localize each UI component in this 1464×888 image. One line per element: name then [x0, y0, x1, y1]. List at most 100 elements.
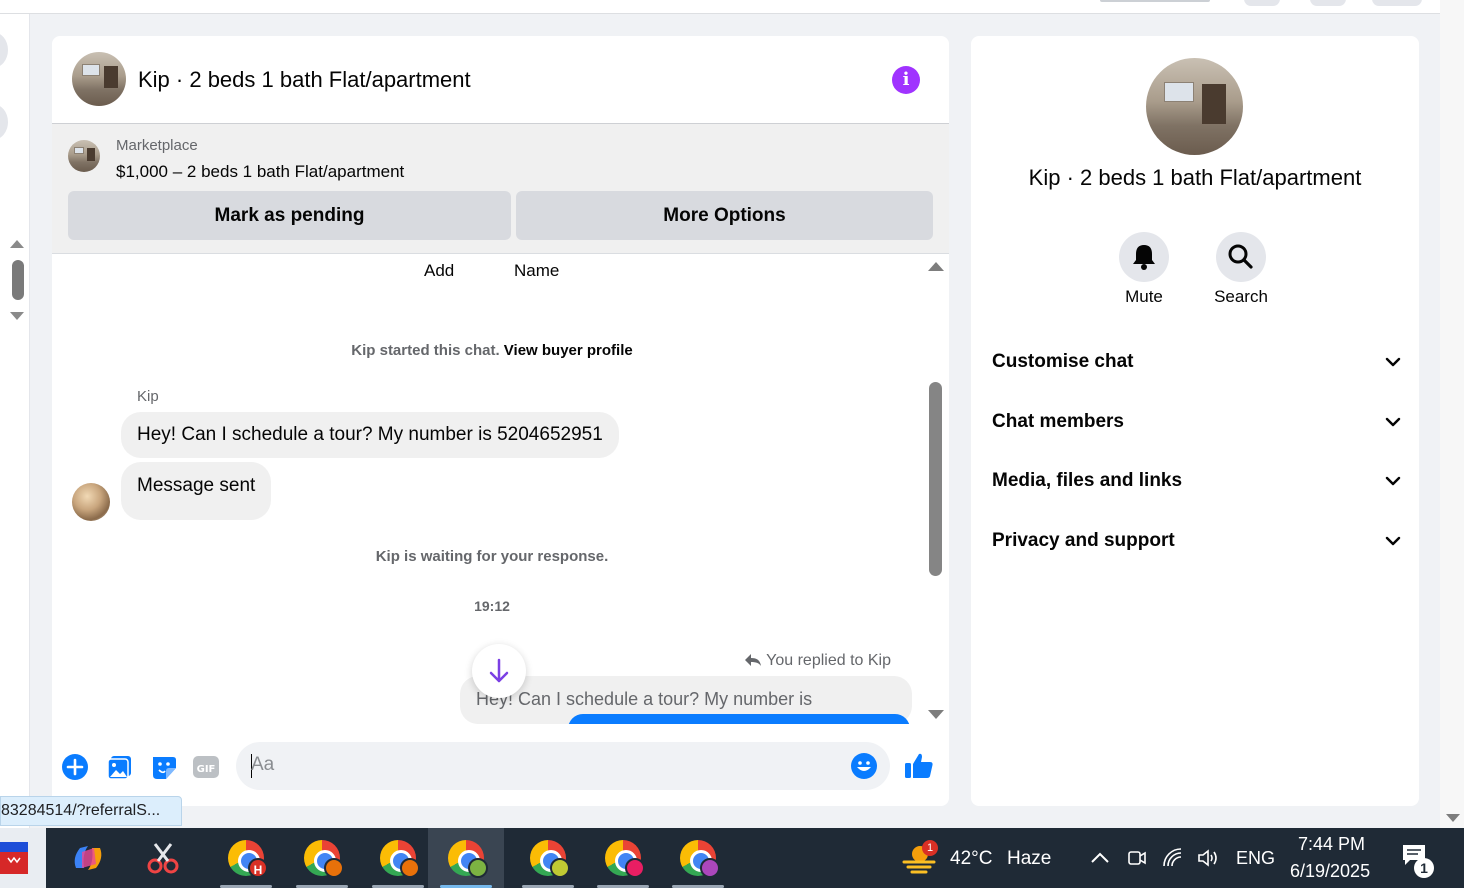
- volume-icon[interactable]: [1196, 846, 1220, 870]
- composer: GIF Aa: [52, 736, 949, 806]
- message-bubble[interactable]: Hey! Can I schedule a tour? My number is…: [121, 412, 619, 458]
- top-button[interactable]: [1244, 0, 1280, 6]
- details-title: Kip · 2 beds 1 bath Flat/apartment: [1028, 165, 1362, 190]
- notification-center[interactable]: 1: [1400, 842, 1440, 878]
- weather-widget[interactable]: 1: [900, 840, 940, 876]
- chrome-icon: [304, 840, 344, 878]
- waiting-note: Kip is waiting for your response.: [375, 548, 609, 565]
- my-message-bubble[interactable]: [568, 714, 910, 724]
- rail-button[interactable]: [0, 32, 8, 68]
- bell-icon: [1133, 245, 1155, 270]
- snipping-tool-icon[interactable]: [143, 838, 183, 878]
- section-privacy-support[interactable]: Privacy and support: [992, 522, 1402, 562]
- section-media-files-links[interactable]: Media, files and links: [992, 462, 1402, 502]
- chrome-icon: [380, 840, 420, 878]
- page-scrollbar[interactable]: [1440, 0, 1464, 828]
- emoji-icon[interactable]: [850, 752, 878, 780]
- section-label: Customise chat: [992, 351, 1134, 372]
- chrome-icon: [530, 840, 570, 878]
- clock-time[interactable]: 7:44 PM: [1298, 834, 1365, 855]
- section-label: Media, files and links: [992, 470, 1183, 491]
- search-label: Search: [1214, 287, 1268, 306]
- top-bar-indicator: [1100, 0, 1210, 2]
- sticker-icon[interactable]: [149, 752, 179, 782]
- info-icon[interactable]: i: [892, 66, 920, 94]
- gif-icon[interactable]: GIF: [191, 752, 221, 782]
- weather-desc[interactable]: Haze: [1007, 848, 1051, 870]
- rail-scroll-down-arrow[interactable]: [10, 312, 24, 320]
- weather-temp[interactable]: 42°C: [950, 848, 992, 870]
- marketplace-panel: Marketplace $1,000 – 2 beds 1 bath Flat/…: [52, 124, 949, 254]
- timestamp: 19:12: [474, 598, 510, 614]
- wifi-icon[interactable]: [1161, 846, 1185, 870]
- message-placeholder: Aa: [251, 754, 275, 775]
- sender-avatar[interactable]: [72, 483, 110, 521]
- section-label: Chat members: [992, 411, 1124, 432]
- svg-text:GIF: GIF: [197, 764, 216, 775]
- listing-avatar[interactable]: [72, 52, 126, 106]
- meet-icon[interactable]: [1125, 846, 1149, 870]
- scroll-to-bottom-button[interactable]: [472, 644, 526, 698]
- message-thread: Add Name Kip started this chat. View buy…: [52, 254, 949, 724]
- search-button[interactable]: [1216, 232, 1266, 282]
- clock-date[interactable]: 6/19/2025: [1290, 861, 1370, 882]
- taskbar: H 1 42°C Haze ENG 7:44 PM 6/19/2025 1: [0, 828, 1464, 888]
- language-indicator[interactable]: ENG: [1236, 848, 1275, 869]
- taskbar-chrome-app[interactable]: [360, 828, 436, 888]
- add-label[interactable]: Add: [424, 261, 454, 281]
- thread-scroll-thumb[interactable]: [929, 382, 942, 576]
- chevron-up-icon[interactable]: [1088, 846, 1112, 870]
- listing-large-avatar[interactable]: [1146, 58, 1243, 155]
- thread-scroll-up-arrow[interactable]: [928, 262, 944, 271]
- message-bubble[interactable]: Message sent: [121, 462, 272, 520]
- rail-scroll-thumb[interactable]: [12, 260, 24, 300]
- copilot-icon[interactable]: [68, 838, 108, 878]
- taskbar-chrome-app[interactable]: H: [208, 828, 284, 888]
- flag-icon: [0, 842, 28, 874]
- message-input[interactable]: Aa: [236, 742, 890, 790]
- chat-started-note: Kip started this chat. View buyer profil…: [52, 342, 932, 359]
- start-button[interactable]: [0, 828, 46, 888]
- arrow-down-icon: [489, 658, 509, 683]
- taskbar-chrome-app[interactable]: [585, 828, 661, 888]
- chrome-icon: [605, 840, 645, 878]
- mark-as-pending-button[interactable]: Mark as pending: [68, 191, 511, 240]
- taskbar-chrome-app[interactable]: [510, 828, 586, 888]
- chrome-icon: [448, 840, 488, 878]
- thread-scroll-down-arrow[interactable]: [928, 710, 944, 719]
- taskbar-chrome-app-active[interactable]: [428, 828, 504, 888]
- taskbar-chrome-app[interactable]: [284, 828, 360, 888]
- mute-label: Mute: [1125, 287, 1163, 306]
- section-customise-chat[interactable]: Customise chat: [992, 343, 1402, 383]
- rail-scroll-up-arrow[interactable]: [10, 240, 24, 248]
- more-options-button[interactable]: More Options: [516, 191, 933, 240]
- chat-details-panel: Kip · 2 beds 1 bath Flat/apartment Mute …: [971, 36, 1419, 806]
- photo-icon[interactable]: [105, 752, 135, 782]
- chat-header: Kip · 2 beds 1 bath Flat/apartment i: [52, 36, 949, 124]
- section-chat-members[interactable]: Chat members: [992, 403, 1402, 443]
- plus-circle-icon[interactable]: [60, 752, 90, 782]
- name-label[interactable]: Name: [514, 261, 559, 281]
- browser-top-strip: [0, 0, 1440, 14]
- chevron-down-icon: [1385, 536, 1401, 546]
- marketplace-listing-thumb[interactable]: [68, 140, 100, 172]
- chevron-down-icon: [1385, 417, 1401, 427]
- replied-note: You replied to Kip: [744, 652, 891, 670]
- weather-badge: 1: [922, 840, 938, 856]
- top-button[interactable]: [1310, 0, 1346, 6]
- rail-button[interactable]: [0, 104, 8, 140]
- profile-button[interactable]: [1372, 0, 1422, 6]
- marketplace-label: Marketplace: [116, 137, 198, 154]
- chevron-down-icon: [1385, 476, 1401, 486]
- notification-count: 1: [1414, 858, 1434, 878]
- chat-title[interactable]: Kip · 2 beds 1 bath Flat/apartment: [138, 67, 471, 93]
- mute-button[interactable]: [1119, 232, 1169, 282]
- chrome-icon: [680, 840, 720, 878]
- left-rail: [0, 14, 30, 828]
- listing-price-title[interactable]: $1,000 – 2 beds 1 bath Flat/apartment: [116, 162, 404, 182]
- taskbar-chrome-app[interactable]: [660, 828, 736, 888]
- thumbs-up-icon[interactable]: [903, 750, 935, 782]
- link-status-url: 83284514/?referralS...: [0, 796, 182, 826]
- view-buyer-profile-link[interactable]: View buyer profile: [504, 342, 633, 359]
- page-scroll-down-arrow[interactable]: [1446, 814, 1460, 822]
